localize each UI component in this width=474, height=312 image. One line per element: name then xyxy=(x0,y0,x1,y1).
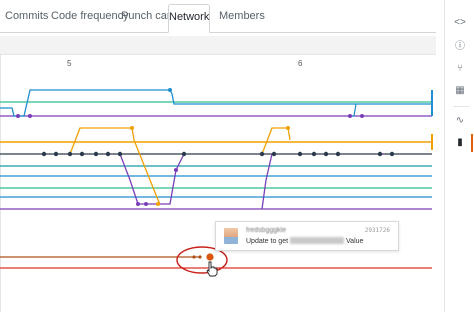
commit-dot-selected[interactable] xyxy=(206,253,214,261)
commit-dot-brown-2 xyxy=(198,255,202,259)
branch-path-orange-2 xyxy=(261,127,291,155)
branch-merge-blue xyxy=(350,103,357,117)
sidebar-divider xyxy=(453,106,469,107)
hand-cursor-icon xyxy=(206,261,218,277)
redacted-text xyxy=(290,237,345,244)
network-graph-canvas[interactable]: 5 6 xyxy=(0,0,444,312)
graph-icon[interactable]: ▮ xyxy=(449,134,473,152)
pull-request-icon[interactable]: ⑂ xyxy=(449,60,471,78)
tooltip-message: Update to get Value xyxy=(246,237,363,245)
repo-sidebar: <> ⓘ ⑂ ▦ ∿ ▮ xyxy=(444,0,474,312)
branch-path-blue xyxy=(0,89,432,117)
tooltip-message-prefix: Update to get xyxy=(246,238,289,245)
tooltip-message-suffix: Value xyxy=(346,238,364,245)
code-icon[interactable]: <> xyxy=(449,14,471,32)
pulse-icon[interactable]: ∿ xyxy=(449,112,471,130)
info-icon[interactable]: ⓘ xyxy=(449,38,471,56)
tooltip-sha: 2931726 xyxy=(364,227,390,234)
project-icon[interactable]: ▦ xyxy=(449,82,471,100)
commit-tooltip: fredsbgggkle 2931726 Update to get Value xyxy=(215,221,399,251)
axis-label-6: 6 xyxy=(298,59,303,68)
commit-dot-brown-1 xyxy=(192,255,196,259)
tooltip-author: fredsbgggkle xyxy=(246,227,287,234)
avatar xyxy=(224,228,238,244)
branch-path-purple-2 xyxy=(261,153,273,210)
axis-label-5: 5 xyxy=(67,59,72,68)
